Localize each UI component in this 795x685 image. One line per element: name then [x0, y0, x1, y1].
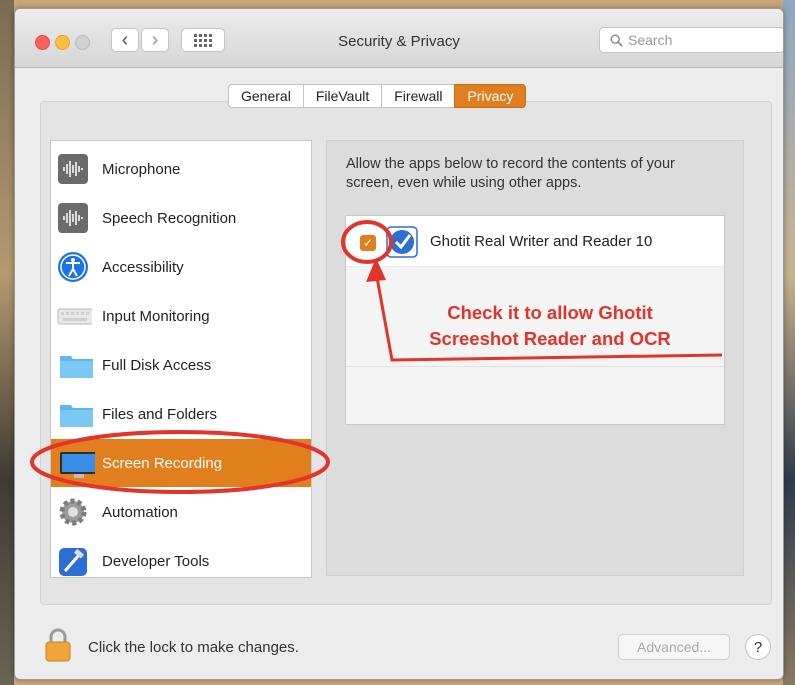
- sidebar-item-label: Screen Recording: [102, 454, 223, 472]
- sidebar-item-label: Automation: [102, 503, 178, 521]
- sidebar-item-label: Full Disk Access: [102, 356, 212, 374]
- permission-description: Allow the apps below to record the conte…: [346, 156, 675, 191]
- monitor-icon: [60, 452, 95, 478]
- tab-bar: General FileVault Firewall Privacy: [228, 84, 527, 108]
- search-placeholder: Search: [628, 32, 673, 48]
- title-bar: ‹ › Security & Privacy Search: [15, 9, 783, 68]
- lock-message: Click the lock to make changes.: [88, 639, 299, 656]
- folder-icon: [60, 405, 93, 427]
- divider: [346, 366, 724, 367]
- annotation-line-1: Check it to allow Ghotit: [447, 302, 653, 323]
- gear-icon: [59, 498, 87, 526]
- tab-general[interactable]: General: [228, 84, 303, 108]
- sidebar-item-screen-recording[interactable]: Screen Recording: [51, 439, 311, 487]
- desktop-background-left: [0, 0, 14, 685]
- app-permission-checkbox[interactable]: ✓: [360, 235, 376, 251]
- sidebar-item-label: Microphone: [102, 160, 181, 178]
- app-name: Ghotit Real Writer and Reader 10: [430, 233, 653, 250]
- folder-icon: [60, 356, 93, 378]
- sidebar-item-label: Speech Recognition: [102, 209, 237, 227]
- speech-waveform-icon: [58, 203, 88, 233]
- keyboard-icon: [57, 308, 92, 325]
- app-row[interactable]: ✓ Ghotit Real Writer and Reader 10: [346, 216, 724, 267]
- tab-privacy[interactable]: Privacy: [454, 84, 527, 108]
- sidebar-item-files-and-folders[interactable]: Files and Folders: [51, 390, 311, 438]
- sidebar-item-microphone[interactable]: Microphone: [51, 145, 311, 193]
- search-field[interactable]: Search: [599, 27, 783, 53]
- search-icon: [610, 33, 623, 47]
- sidebar-item-label: Files and Folders: [102, 405, 218, 423]
- sidebar-item-label: Developer Tools: [102, 552, 210, 570]
- hammer-icon: [59, 548, 87, 576]
- privacy-category-list[interactable]: Microphone Speech Recognition Accessibil…: [50, 140, 312, 578]
- ghotit-app-icon: [386, 226, 418, 258]
- sidebar-item-input-monitoring[interactable]: Input Monitoring: [51, 292, 311, 340]
- annotation-line-2: Screeshot Reader and OCR: [429, 328, 671, 349]
- help-button[interactable]: ?: [745, 634, 771, 660]
- sidebar-item-speech-recognition[interactable]: Speech Recognition: [51, 194, 311, 242]
- accessibility-icon: [58, 252, 88, 282]
- microphone-waveform-icon: [58, 154, 88, 184]
- annotation-text: Check it to allow Ghotit Screeshot Reade…: [390, 300, 710, 352]
- desktop-background-right: [783, 0, 795, 685]
- sidebar-item-label: Input Monitoring: [102, 307, 210, 325]
- sidebar-item-developer-tools[interactable]: Developer Tools: [51, 537, 311, 577]
- sidebar-item-label: Accessibility: [102, 258, 184, 276]
- advanced-button[interactable]: Advanced...: [618, 634, 730, 660]
- sidebar-item-full-disk-access[interactable]: Full Disk Access: [51, 341, 311, 389]
- sidebar-item-accessibility[interactable]: Accessibility: [51, 243, 311, 291]
- tab-filevault[interactable]: FileVault: [302, 84, 382, 108]
- lock-icon[interactable]: [44, 628, 72, 662]
- tab-firewall[interactable]: Firewall: [381, 84, 455, 108]
- sidebar-item-automation[interactable]: Automation: [51, 488, 311, 536]
